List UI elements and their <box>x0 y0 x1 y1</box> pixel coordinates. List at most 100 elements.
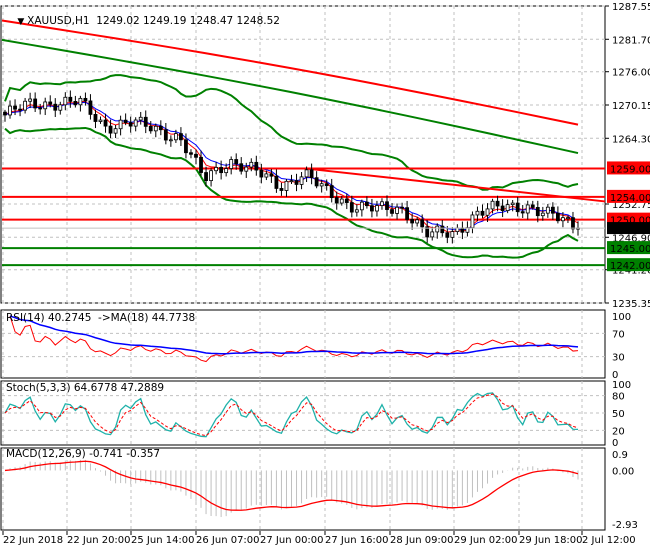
time-label: 29 Jun 02:00 <box>454 535 518 546</box>
candle-body <box>495 200 500 207</box>
candle-body <box>143 116 148 127</box>
candle-body <box>3 111 7 116</box>
stoch-axis-label: 20 <box>612 426 625 437</box>
candle-body <box>219 167 224 174</box>
candle-body <box>359 201 364 211</box>
candle-body <box>480 210 485 216</box>
price-label: 1235.35 <box>612 299 650 310</box>
candle-body <box>148 125 153 132</box>
price-label: 1287.55 <box>612 2 650 13</box>
macd-axis-label: 0.00 <box>612 466 634 477</box>
candle-body <box>410 219 415 224</box>
candle-body <box>63 96 68 106</box>
candle-body <box>530 204 535 208</box>
macd-axis-label: 0.9 <box>612 450 628 461</box>
candle-body <box>415 219 420 224</box>
candle-body <box>78 97 83 106</box>
stoch-title: Stoch(5,3,3) 64.6778 47.2889 <box>6 382 165 394</box>
candle-body <box>48 101 53 105</box>
candle-body <box>264 173 269 178</box>
candle-body <box>269 173 274 177</box>
chart-window[interactable]: 22 Jun 2018 22 Jun 20:00 25 Jun 14:00 26 Ju… <box>0 0 650 550</box>
candle-body <box>354 209 359 213</box>
candle-body <box>274 175 279 189</box>
candle-body <box>88 100 93 115</box>
level-label: 1254.00 <box>610 193 650 204</box>
candle-body <box>510 202 515 206</box>
candle-body <box>244 166 249 172</box>
candle-body <box>364 201 369 207</box>
candle-body <box>28 98 33 102</box>
chart-header: ▼ XAUUSD,H1 1249.02 1249.19 1248.47 1248… <box>4 3 280 39</box>
candle-body <box>173 133 178 141</box>
candle-body <box>390 209 394 214</box>
candle-body <box>23 100 28 111</box>
candle-body <box>53 103 58 111</box>
candle-body <box>194 153 198 158</box>
rsi-axis-label: 100 <box>612 312 631 323</box>
level-label: 1259.00 <box>610 164 650 175</box>
price-label: 1270.15 <box>612 101 650 112</box>
stoch-axis-label: 100 <box>612 380 631 391</box>
candle-body <box>490 200 495 210</box>
candle-body <box>33 98 38 109</box>
candle-body <box>83 97 88 102</box>
time-label: 22 Jun 20:00 <box>67 535 131 546</box>
stoch-axis-label: 50 <box>612 409 625 420</box>
rsi-title: RSI(14) 40.2745 ->MA(18) 44.7738 <box>6 312 196 324</box>
candle-body <box>58 104 63 111</box>
candle-body <box>153 125 158 132</box>
bollinger-lower <box>4 126 579 259</box>
candle-body <box>405 207 410 220</box>
triangle-down-icon[interactable]: ▼ <box>17 17 27 27</box>
candle-body <box>158 125 163 131</box>
rsi-axis-label: 30 <box>612 353 625 364</box>
candle-body <box>334 197 339 204</box>
candle-body <box>375 205 379 212</box>
candle-body <box>435 225 440 233</box>
candle-body <box>98 119 103 122</box>
ma-long-green <box>1 38 579 155</box>
candle-body <box>163 129 168 141</box>
candle-body <box>385 201 389 210</box>
candle-body <box>224 168 229 174</box>
candle-body <box>344 198 349 203</box>
candle-body <box>566 217 570 220</box>
candle-body <box>440 225 445 234</box>
price-label: 1276.00 <box>612 68 650 79</box>
candle-body <box>349 202 354 213</box>
candle-body <box>38 107 43 110</box>
candle-body <box>470 214 475 229</box>
candle-body <box>123 119 128 124</box>
candle-body <box>279 188 284 191</box>
candle-body <box>68 96 73 102</box>
candle-body <box>179 133 183 141</box>
candle-body <box>324 183 329 186</box>
candle-body <box>370 205 374 212</box>
candle-body <box>395 206 399 214</box>
stoch-signal-line <box>4 393 579 437</box>
candle-body <box>400 206 404 209</box>
candle-body <box>13 105 17 110</box>
candle-body <box>535 207 540 217</box>
current-price-label: 1248.52 <box>610 224 650 235</box>
candle-body <box>138 116 143 121</box>
candle-body <box>113 128 118 134</box>
candle-body <box>103 119 108 127</box>
candle-body <box>259 169 264 178</box>
candle-body <box>93 114 98 122</box>
candle-body <box>189 152 193 155</box>
chart-canvas[interactable]: 22 Jun 2018 22 Jun 20:00 25 Jun 14:00 26 Ju… <box>0 0 650 550</box>
candle-body <box>18 108 22 111</box>
macd-title: MACD(12,26,9) -0.741 -0.357 <box>6 448 161 460</box>
candle-body <box>555 212 560 222</box>
candle-body <box>460 227 465 233</box>
candle-body <box>525 204 530 214</box>
stoch-axis-label: 80 <box>612 392 625 403</box>
candle-body <box>204 172 208 181</box>
candle-body <box>485 208 490 216</box>
candle-body <box>561 217 565 222</box>
candle-body <box>550 206 555 214</box>
symbol-label: XAUUSD,H1 <box>27 15 90 27</box>
time-label: 22 Jun 2018 <box>3 535 63 546</box>
